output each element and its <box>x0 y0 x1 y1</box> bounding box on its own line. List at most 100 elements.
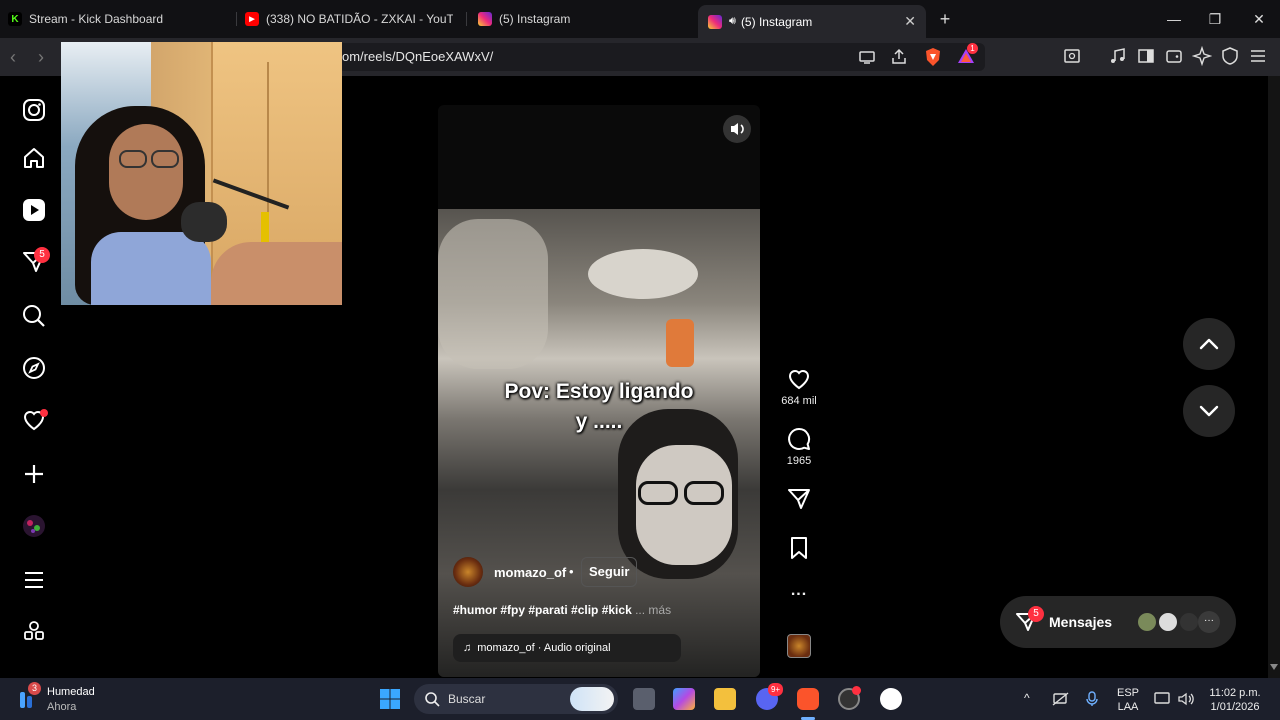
share-icon[interactable] <box>890 48 908 66</box>
obs-studio-icon[interactable] <box>838 686 861 710</box>
media-icon[interactable] <box>1108 46 1130 68</box>
reel-player[interactable]: Pov: Estoy ligando y ..... momazo_of • S… <box>438 105 760 677</box>
scrollbar[interactable] <box>1268 76 1280 678</box>
back-icon[interactable]: ‹ <box>10 46 32 68</box>
instagram-icon <box>708 14 722 29</box>
face <box>109 124 183 220</box>
kick-streamer-icon[interactable] <box>880 688 902 710</box>
reading-mode-icon[interactable] <box>1062 46 1084 68</box>
author-username[interactable]: momazo_of <box>494 565 566 580</box>
network-icon[interactable] <box>1052 692 1070 706</box>
speaker-icon[interactable]: 🔊︎ <box>729 15 736 28</box>
profile-avatar-icon[interactable] <box>20 512 48 540</box>
display-icon[interactable] <box>1154 691 1172 707</box>
tab-separator <box>236 12 237 26</box>
clock[interactable]: 11:02 p.m. 1/01/2026 <box>1204 686 1266 714</box>
messages-icon[interactable]: 5 <box>20 247 50 276</box>
search-icon[interactable] <box>20 302 48 330</box>
discord-icon[interactable]: 9+ <box>756 683 783 710</box>
author-avatar[interactable] <box>453 557 483 587</box>
chevron-down-icon <box>1199 405 1219 417</box>
microsoft-365-icon[interactable] <box>673 688 695 710</box>
scroll-down-arrow-icon[interactable] <box>1270 664 1278 670</box>
microphone <box>181 202 227 242</box>
close-tab-icon[interactable]: ✕ <box>904 13 916 30</box>
weather-title[interactable]: Humedad <box>47 686 95 698</box>
audio-chip[interactable]: ♫ momazo_of · Audio original <box>453 634 681 662</box>
windows-start-icon[interactable] <box>379 688 401 710</box>
wallet-icon[interactable] <box>1164 46 1186 68</box>
language-indicator[interactable]: ESP LAA <box>1116 686 1140 714</box>
video-bottle <box>666 319 694 367</box>
close-window-icon[interactable]: ✕ <box>1248 8 1270 30</box>
next-reel-button[interactable] <box>1183 385 1235 437</box>
brave-rewards-icon[interactable]: 1 <box>956 43 978 68</box>
more-menu-icon[interactable] <box>20 566 48 594</box>
menu-icon[interactable] <box>1248 46 1270 68</box>
audio-thumbnail[interactable] <box>787 634 811 658</box>
restore-icon[interactable]: ❐ <box>1204 8 1226 30</box>
weather-subtitle: Ahora <box>47 701 77 713</box>
minimize-icon[interactable]: — <box>1163 8 1185 30</box>
messages-pill[interactable]: 5 Mensajes ··· <box>1000 596 1236 648</box>
explore-icon[interactable] <box>20 354 48 382</box>
forward-icon[interactable]: › <box>38 46 60 68</box>
overlay-line-1: Pov: Estoy ligando <box>504 380 694 403</box>
glasses-right <box>151 150 179 168</box>
brave-browser-icon[interactable] <box>797 688 819 710</box>
more-contacts: ··· <box>1198 611 1220 633</box>
mic-clamp <box>261 212 269 242</box>
previous-reel-button[interactable] <box>1183 318 1235 370</box>
instagram-logo-icon[interactable] <box>20 96 48 124</box>
tab-title: (5) Instagram <box>499 12 571 26</box>
task-view-icon[interactable] <box>633 688 655 710</box>
follow-button[interactable]: Seguir <box>581 557 638 587</box>
more-options-icon[interactable]: ... <box>769 582 829 600</box>
create-icon[interactable] <box>20 460 48 488</box>
search-highlight-image <box>570 687 614 711</box>
language-line-2: LAA <box>1117 701 1139 713</box>
share-icon[interactable] <box>786 486 812 512</box>
sidebar-icon[interactable] <box>1136 46 1158 68</box>
tab-instagram-active[interactable]: 🔊︎ (5) Instagram ✕ <box>698 5 926 38</box>
cast-icon[interactable] <box>858 48 876 66</box>
vpn-shield-icon[interactable] <box>1220 46 1242 68</box>
tab-title: (5) Instagram <box>740 14 813 29</box>
volume-icon <box>731 123 744 135</box>
new-tab-icon[interactable]: + <box>934 8 956 30</box>
like-icon[interactable] <box>786 366 812 392</box>
also-from-meta-icon[interactable] <box>20 618 48 646</box>
tab-kick-dashboard[interactable]: K Stream - Kick Dashboard <box>8 5 233 33</box>
tab-title: Stream - Kick Dashboard <box>29 12 164 26</box>
microphone-icon[interactable] <box>1086 691 1098 707</box>
reels-icon[interactable] <box>20 196 48 224</box>
taskbar-search[interactable]: Buscar <box>414 684 618 714</box>
tab-youtube[interactable]: ▶ (338) NO BATIDÃO - ZXKAI - YouTube <box>245 5 453 33</box>
volume-button[interactable] <box>723 115 751 143</box>
clock-date: 1/01/2026 <box>1210 701 1260 713</box>
comment-icon[interactable] <box>786 426 812 452</box>
url-text[interactable]: om/reels/DQnEoeXAWxV/ <box>342 49 493 64</box>
save-bookmark-icon[interactable] <box>786 535 812 561</box>
notifications-heart-icon[interactable] <box>20 406 48 434</box>
address-bar[interactable]: om/reels/DQnEoeXAWxV/ <box>330 43 985 71</box>
glasses-left <box>119 150 147 168</box>
show-hidden-icons-icon[interactable]: ^ <box>1024 691 1030 705</box>
weather-widget-icon[interactable]: 3 <box>16 682 41 710</box>
instagram-icon <box>478 12 492 26</box>
brave-shields-icon[interactable] <box>924 47 942 67</box>
music-note-icon: ♫ <box>463 642 472 654</box>
hashtags-text[interactable]: #humor #fpy #parati #clip #kick <box>453 603 632 617</box>
leo-ai-icon[interactable] <box>1192 46 1214 68</box>
more-link[interactable]: ... más <box>635 603 671 617</box>
tab-instagram[interactable]: (5) Instagram <box>478 5 688 33</box>
volume-tray-icon[interactable] <box>1177 691 1195 707</box>
messages-badge: 5 <box>1028 606 1044 622</box>
home-icon[interactable] <box>20 144 48 172</box>
file-explorer-icon[interactable] <box>714 688 736 710</box>
reel-hashtags: #humor #fpy #parati #clip #kick ... más <box>453 603 671 617</box>
webcam-overlay <box>61 42 342 305</box>
chevron-up-icon <box>1199 338 1219 350</box>
language-line-1: ESP <box>1116 687 1139 699</box>
video-glasses-left <box>638 481 678 505</box>
